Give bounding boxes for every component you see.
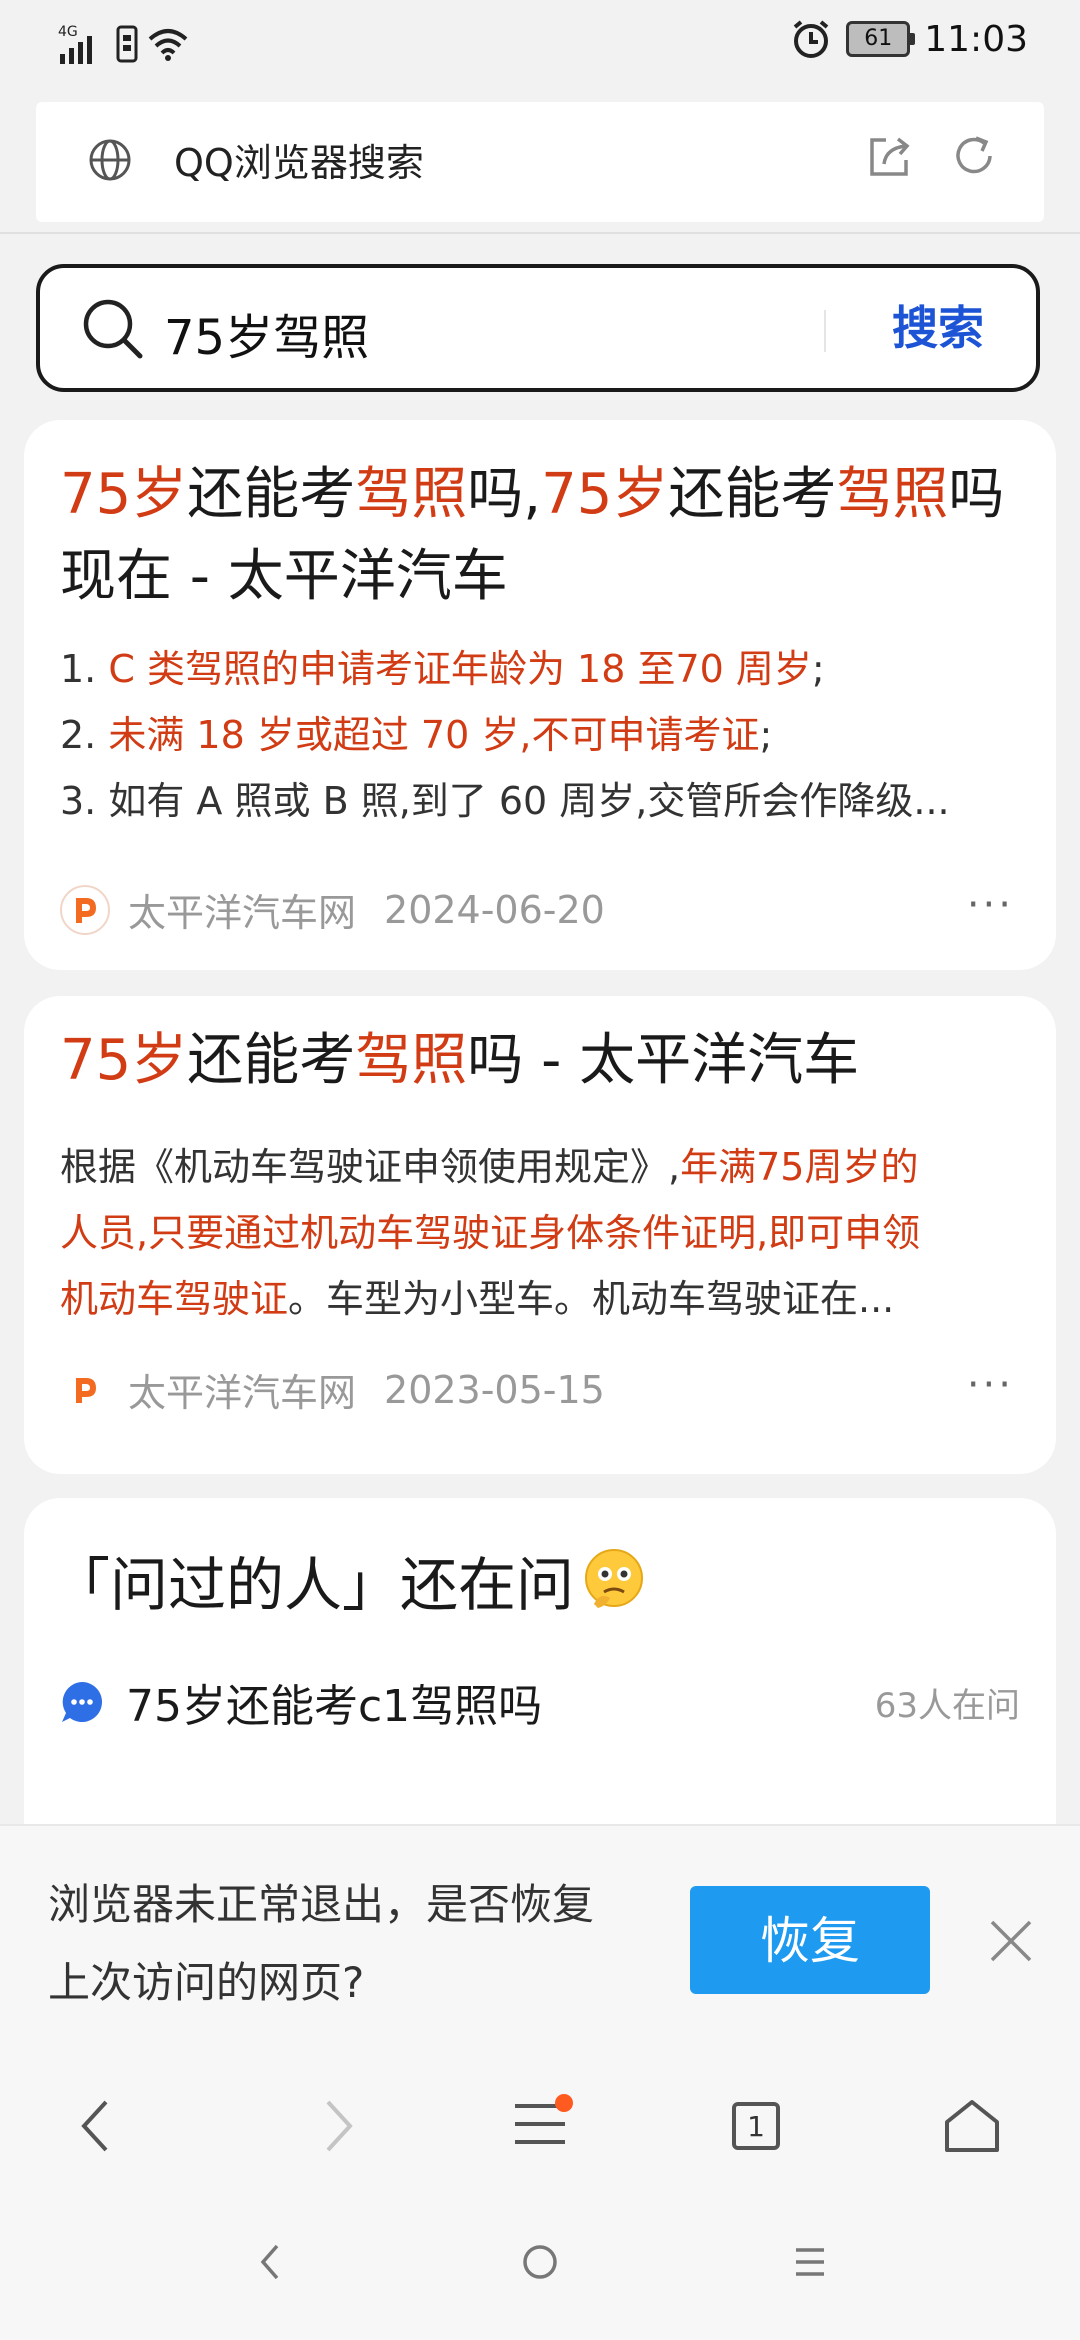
asked-question[interactable]: 75岁还能考c1驾照吗 bbox=[126, 1670, 875, 1734]
chevron-right-icon bbox=[326, 2100, 353, 2152]
forward-button[interactable] bbox=[306, 2094, 370, 2158]
result-card[interactable]: 75岁还能考驾照吗 - 太平洋汽车 根据《机动车驾驶证申领使用规定》,年满75周… bbox=[24, 996, 1056, 1474]
cellular-signal-icon: 4G bbox=[58, 24, 92, 64]
home-button[interactable] bbox=[940, 2094, 1004, 2158]
more-options-icon[interactable]: ··· bbox=[967, 882, 1014, 928]
restore-button[interactable]: 恢复 bbox=[690, 1886, 930, 1994]
snippet-line: 根据《机动车驾驶证申领使用规定》,年满75周岁的 bbox=[60, 1134, 1020, 1200]
close-icon[interactable] bbox=[988, 1918, 1034, 1964]
title-highlight: 驾照 bbox=[355, 1028, 468, 1093]
system-back-button[interactable] bbox=[240, 2232, 300, 2292]
snippet-line: 1. C 类驾照的申请考证年龄为 18 至70 周岁; bbox=[60, 636, 1020, 702]
snippet-highlight: C 类驾照的申请考证年龄为 18 至70 周岁 bbox=[108, 647, 812, 691]
title-text: 还能考 bbox=[187, 462, 356, 527]
search-button[interactable]: 搜索 bbox=[858, 292, 1018, 364]
address-bar[interactable]: QQ浏览器搜索 bbox=[36, 102, 1044, 222]
battery-indicator: 61 bbox=[846, 21, 916, 57]
snippet-line: 人员,只要通过机动车驾驶证身体条件证明,即可申领 bbox=[60, 1200, 1020, 1266]
globe-icon bbox=[89, 139, 131, 181]
title-highlight: 驾照 bbox=[836, 462, 949, 527]
snippet-highlight: 人员,只要通过机动车驾驶证身体条件证明,即可申领 bbox=[60, 1211, 921, 1255]
clock: 11:03 bbox=[924, 18, 1028, 60]
title-highlight: 75岁 bbox=[541, 462, 669, 527]
title-highlight: 驾照 bbox=[355, 462, 468, 527]
result-snippet: 1. C 类驾照的申请考证年龄为 18 至70 周岁; 2. 未满 18 岁或超过… bbox=[60, 636, 1020, 834]
result-title[interactable]: 75岁还能考驾照吗 - 太平洋汽车 bbox=[60, 1020, 1020, 1102]
snippet-line: 机动车驾驶证。车型为小型车。机动车驾驶证在... bbox=[60, 1266, 1020, 1332]
status-right: 61 11:03 bbox=[790, 18, 1028, 60]
title-text: 吗, bbox=[467, 462, 542, 527]
asked-heading: 「问过的人」还在问 bbox=[52, 1538, 648, 1622]
snippet-line: 2. 未满 18 岁或超过 70 岁,不可申请考证; bbox=[60, 702, 1020, 768]
snippet-text: 3. 如有 A 照或 B 照,到了 60 周岁,交管所会作降级... bbox=[60, 779, 950, 823]
system-home-button[interactable] bbox=[510, 2232, 570, 2292]
reload-icon[interactable] bbox=[950, 132, 998, 180]
search-icon bbox=[83, 299, 143, 359]
tab-count: 1 bbox=[732, 2102, 780, 2150]
restore-message: 浏览器未正常退出，是否恢复上次访问的网页? bbox=[48, 1880, 595, 2007]
snippet-highlight: 年满75周岁的 bbox=[680, 1145, 919, 1189]
system-home-icon bbox=[523, 2245, 557, 2279]
result-title[interactable]: 75岁还能考驾照吗,75岁还能考驾照吗现在 - 太平洋汽车 bbox=[60, 454, 1020, 618]
title-highlight: 75岁 bbox=[60, 1028, 188, 1093]
result-site[interactable]: 太平洋汽车网 bbox=[128, 882, 356, 937]
divider bbox=[0, 232, 1080, 234]
status-left: 4G bbox=[58, 22, 190, 66]
snippet-highlight: 未满 18 岁或超过 70 岁,不可申请考证 bbox=[108, 713, 760, 757]
asked-count: 63人在问 bbox=[874, 1685, 1020, 1726]
search-input[interactable]: 75岁驾照 bbox=[164, 298, 369, 368]
svg-text:4G: 4G bbox=[58, 24, 78, 40]
result-meta: 太平洋汽车网 2024-06-20 bbox=[60, 882, 605, 937]
menu-button[interactable] bbox=[508, 2094, 573, 2158]
snippet-text: 1. bbox=[60, 647, 109, 691]
snippet-line: 3. 如有 A 照或 B 照,到了 60 周岁,交管所会作降级... bbox=[60, 768, 1020, 834]
snippet-text: ; bbox=[811, 647, 825, 691]
site-logo-icon bbox=[60, 1364, 110, 1415]
browser-toolbar: 1 bbox=[0, 2054, 1080, 2192]
home-icon bbox=[945, 2100, 999, 2152]
notification-dot bbox=[555, 2094, 573, 2112]
asked-question-row[interactable]: 75岁还能考c1驾照吗 63人在问 bbox=[60, 1670, 1020, 1734]
title-text: 还能考 bbox=[668, 462, 837, 527]
result-card[interactable]: 75岁还能考驾照吗,75岁还能考驾照吗现在 - 太平洋汽车 1. C 类驾照的申… bbox=[24, 420, 1056, 970]
snippet-text: ; bbox=[759, 713, 773, 757]
system-recents-button[interactable] bbox=[780, 2232, 840, 2292]
thinking-emoji-icon bbox=[585, 1549, 644, 1608]
wifi-icon bbox=[148, 29, 188, 61]
system-navigation-bar bbox=[0, 2192, 1080, 2340]
share-icon[interactable] bbox=[866, 132, 914, 180]
more-options-icon[interactable]: ··· bbox=[967, 1362, 1014, 1408]
title-text: 吗 - 太平洋汽车 bbox=[467, 1028, 860, 1093]
sim-card-icon bbox=[116, 25, 138, 63]
search-box[interactable]: 75岁驾照 搜索 bbox=[36, 264, 1040, 392]
system-back-icon bbox=[260, 2244, 279, 2280]
result-meta: 太平洋汽车网 2023-05-15 bbox=[60, 1362, 605, 1417]
chat-bubble-icon bbox=[62, 1682, 102, 1722]
system-recents-icon bbox=[796, 2248, 824, 2276]
site-logo-icon bbox=[60, 884, 110, 935]
asked-heading-text: 「问过的人」还在问 bbox=[52, 1551, 575, 1619]
result-date: 2024-06-20 bbox=[384, 887, 605, 932]
status-bar: 4G 61 11:03 bbox=[0, 0, 1080, 92]
alarm-icon bbox=[793, 20, 829, 58]
snippet-highlight: 机动车驾驶证 bbox=[60, 1277, 289, 1321]
restore-session-banner: 浏览器未正常退出，是否恢复上次访问的网页? 恢复 bbox=[0, 1824, 1080, 2054]
snippet-text: 2. bbox=[60, 713, 109, 757]
result-site[interactable]: 太平洋汽车网 bbox=[128, 1362, 356, 1417]
search-divider bbox=[824, 310, 826, 352]
result-date: 2023-05-15 bbox=[384, 1367, 605, 1412]
title-text: 还能考 bbox=[187, 1028, 356, 1093]
snippet-text: 。车型为小型车。机动车驾驶证在... bbox=[288, 1277, 895, 1321]
title-highlight: 75岁 bbox=[60, 462, 188, 527]
snippet-text: 根据《机动车驾驶证申领使用规定》, bbox=[60, 1145, 681, 1189]
address-title[interactable]: QQ浏览器搜索 bbox=[174, 132, 424, 187]
back-button[interactable] bbox=[64, 2094, 128, 2158]
chevron-left-icon bbox=[81, 2100, 108, 2152]
result-snippet: 根据《机动车驾驶证申领使用规定》,年满75周岁的人员,只要通过机动车驾驶证身体条… bbox=[60, 1134, 1020, 1332]
tabs-button[interactable]: 1 bbox=[724, 2094, 788, 2158]
